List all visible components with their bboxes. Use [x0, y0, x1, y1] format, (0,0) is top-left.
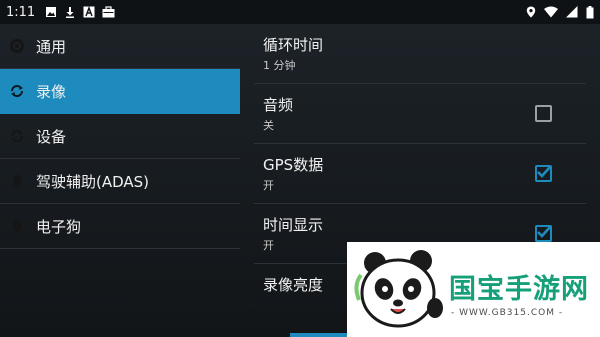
image-icon	[46, 7, 57, 17]
sidebar-item-label: 设备	[36, 127, 67, 146]
sidebar-item-label: 录像	[36, 82, 67, 101]
gps-data-checkbox[interactable]	[535, 165, 552, 182]
sidebar-item-adas[interactable]: 驾驶辅助(ADAS)	[0, 159, 240, 204]
sidebar-item-general[interactable]: 通用	[0, 24, 240, 69]
scroll-indicator	[290, 333, 347, 337]
sidebar-item-label: 电子狗	[36, 217, 82, 236]
setting-summary: 开	[263, 239, 274, 252]
setting-gps-data[interactable]: GPS数据 开	[254, 144, 586, 204]
font-icon	[83, 6, 95, 18]
sidebar-item-recording[interactable]: 录像	[0, 69, 240, 114]
watermark-url: - WWW.GB315.COM -	[451, 308, 564, 318]
setting-summary: 关	[263, 119, 274, 132]
download-icon	[66, 7, 75, 18]
setting-title: 音频	[263, 96, 294, 114]
setting-audio[interactable]: 音频 关	[254, 84, 586, 144]
settings-sidebar: 通用 录像 设备 驾驶辅助(ADAS) 电子狗	[0, 24, 240, 337]
bell-icon	[11, 220, 23, 233]
settings-icon	[10, 39, 24, 53]
setting-title: 录像亮度	[263, 276, 324, 294]
sidebar-item-label: 通用	[36, 37, 67, 56]
signal-icon	[566, 6, 578, 18]
status-time: 1:11	[6, 4, 36, 20]
setting-title: 时间显示	[263, 216, 324, 234]
sync-icon	[11, 130, 23, 142]
time-display-checkbox[interactable]	[535, 225, 552, 242]
wifi-icon	[544, 6, 558, 18]
audio-checkbox[interactable]	[535, 105, 552, 122]
briefcase-icon	[102, 6, 115, 18]
setting-summary: 1 分钟	[263, 59, 296, 72]
watermark-title: 国宝手游网	[449, 274, 589, 305]
location-icon	[526, 6, 536, 18]
sync-icon	[11, 85, 23, 97]
setting-summary: 开	[263, 179, 274, 192]
panda-logo-icon	[354, 250, 443, 328]
checkmark-icon	[537, 166, 551, 178]
battery-icon	[586, 5, 594, 18]
status-notification-icons	[45, 6, 115, 18]
sidebar-item-device[interactable]: 设备	[0, 114, 240, 159]
watermark: 国宝手游网 - WWW.GB315.COM -	[347, 242, 600, 337]
status-bar: 1:11	[0, 0, 600, 24]
setting-loop-time[interactable]: 循环时间 1 分钟	[254, 24, 586, 84]
setting-title: GPS数据	[263, 156, 324, 174]
bell-icon	[11, 175, 23, 188]
sidebar-item-e-dog[interactable]: 电子狗	[0, 204, 240, 249]
checkmark-icon	[537, 226, 551, 238]
setting-title: 循环时间	[263, 36, 324, 54]
status-system-icons	[526, 0, 594, 24]
sidebar-item-label: 驾驶辅助(ADAS)	[36, 172, 150, 191]
